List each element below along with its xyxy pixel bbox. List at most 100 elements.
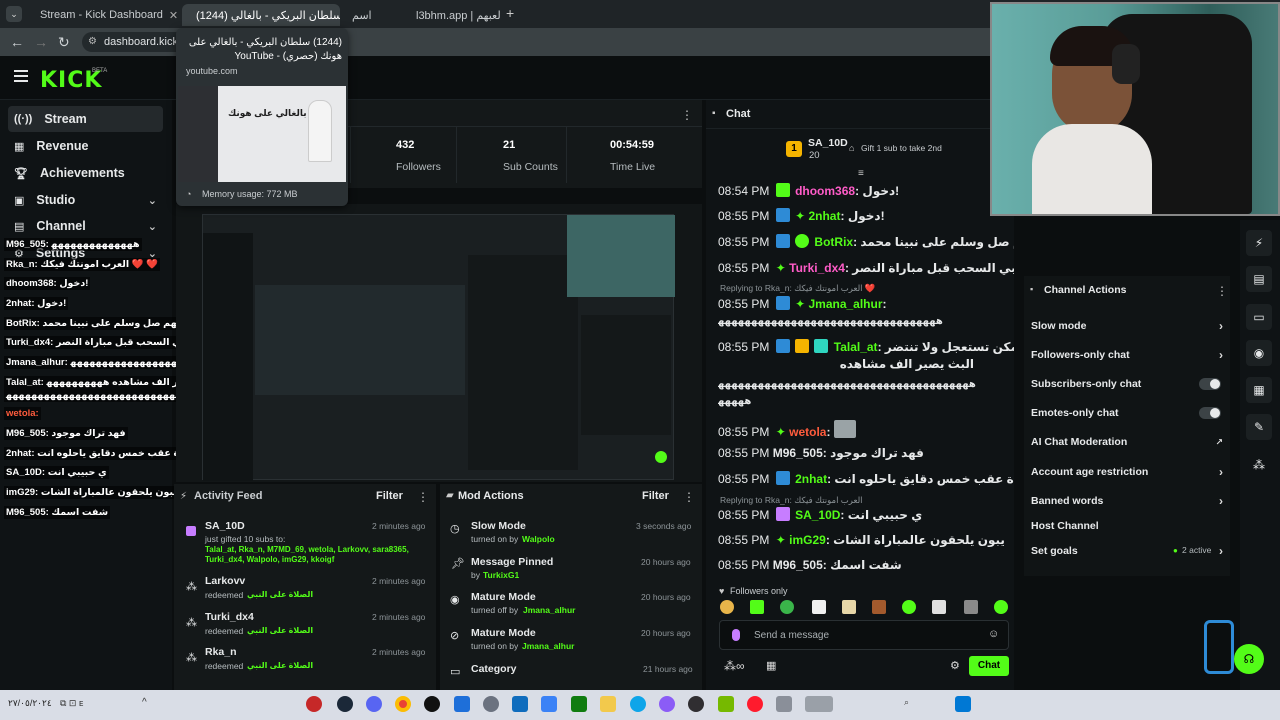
more-options-icon[interactable]: ⋮ (681, 108, 693, 122)
xbox-icon[interactable] (571, 696, 587, 712)
menu-icon[interactable] (14, 70, 28, 82)
msg-user[interactable]: SA_10D (795, 508, 840, 522)
emote-icon[interactable] (842, 600, 856, 614)
obs-icon[interactable] (688, 696, 704, 712)
explorer-icon[interactable] (600, 696, 616, 712)
msg-user[interactable]: 2nhat (795, 472, 827, 486)
notepad-icon[interactable] (776, 696, 792, 712)
opera-gx-icon[interactable] (424, 696, 440, 712)
filter-button[interactable]: Filter (642, 490, 669, 502)
msg-user[interactable]: 2nhat (808, 209, 840, 223)
sidebar-item-studio[interactable]: ▣ Studio ⌄ (8, 187, 163, 213)
steam-icon[interactable] (337, 696, 353, 712)
chat-message[interactable]: 08:55 PM 2nhat: المباراة عقب خمس دقايق ي… (718, 471, 1014, 487)
followers-only-item[interactable]: Followers-only chat › (1031, 348, 1223, 362)
site-info-icon[interactable]: ⚙ (88, 32, 97, 52)
close-tab-icon[interactable]: ✕ (169, 9, 178, 22)
chat-message[interactable]: 08:55 PM SA_10D: ي حبيبي انت (718, 507, 1014, 523)
reload-icon[interactable]: ↻ (58, 34, 70, 51)
msg-user[interactable]: Jmana_alhur (808, 297, 882, 311)
banned-words-item[interactable]: Banned words › (1031, 494, 1223, 508)
filter-button[interactable]: Filter (376, 490, 403, 502)
msg-user[interactable]: BotRix (814, 235, 853, 249)
chat-input[interactable]: Send a message ☺ (719, 620, 1009, 650)
account-age-item[interactable]: Account age restriction › (1031, 465, 1223, 479)
emote-icon[interactable] (750, 600, 764, 614)
stream-preview[interactable] (176, 204, 702, 482)
store-icon[interactable]: ▦ (766, 659, 776, 672)
sidebar-item-achievements[interactable]: 🏆︎ Achievements (8, 160, 163, 186)
photos-icon[interactable] (454, 696, 470, 712)
tab-list-button[interactable]: ⌄ (6, 6, 22, 22)
tab-youtube[interactable]: (1244) سلطان البريكي - بالغالي ✕ (182, 4, 340, 26)
gift-cta[interactable]: Gift 1 sub to take 2nd (861, 143, 942, 153)
gifter-name[interactable]: SA_10D (808, 137, 848, 149)
mic-icon[interactable] (732, 629, 740, 641)
emote-icon[interactable] (720, 600, 734, 614)
broadcast-icon[interactable]: ◉ (1246, 340, 1272, 366)
settings-app-icon[interactable] (483, 696, 499, 712)
feed-user[interactable]: SA_10D (205, 520, 245, 532)
feed-user[interactable]: Larkovv (205, 575, 245, 587)
tab-l3bhm[interactable]: l3bhm.app | لعبهم (408, 4, 500, 26)
msg-user[interactable]: M96_505 (773, 446, 823, 460)
lightning-icon[interactable]: ⚡ (1246, 230, 1272, 256)
opera-icon[interactable] (747, 696, 763, 712)
send-chat-button[interactable]: Chat (969, 656, 1009, 676)
back-icon[interactable]: ← (10, 34, 24, 50)
feed-user[interactable]: Rka_n (205, 646, 237, 658)
chat-message[interactable]: 08:55 PM ✦ 2nhat: دخول! (718, 208, 1014, 224)
search-label[interactable]: ⌕ (904, 697, 909, 708)
emote-icon[interactable] (872, 600, 886, 614)
layout-icon[interactable]: ▦ (1246, 377, 1272, 403)
chevron-up-icon[interactable]: ^ (142, 697, 147, 708)
chat-message[interactable]: 08:55 PM M96_505: فهد تراك موجود (718, 445, 1014, 461)
sidebar-item-revenue[interactable]: ▦ Revenue (8, 133, 163, 159)
msg-user[interactable]: dhoom368 (795, 184, 855, 198)
chat-message[interactable]: 08:55 PM BotRix: اللهم صل وسلم على نبينا… (718, 234, 1014, 250)
msg-user[interactable]: Talal_at (834, 340, 878, 354)
chat-settings-icon[interactable]: ⚙ (950, 659, 960, 672)
emote-icon[interactable] (812, 600, 826, 614)
collapse-icon[interactable]: ≡ (858, 168, 864, 179)
mod-action-by[interactable]: Walpolo (522, 534, 555, 544)
emote-icon[interactable] (994, 600, 1008, 614)
start-icon[interactable] (955, 696, 971, 712)
msg-user[interactable]: Turki_dx4 (789, 261, 845, 275)
msg-user[interactable]: M96_505 (773, 558, 823, 572)
mod-action-by[interactable]: Jmana_alhur (523, 605, 575, 615)
clipboard-icon[interactable]: ▤ (1246, 266, 1272, 292)
community-icon[interactable]: ⁂∞ (724, 659, 745, 673)
edge-icon[interactable] (630, 696, 646, 712)
emoji-icon[interactable]: ☺ (988, 628, 999, 640)
discord-icon[interactable] (366, 696, 382, 712)
more-options-icon[interactable]: ⋮ (417, 490, 429, 504)
tab-name[interactable]: اسم (344, 4, 404, 26)
mod-action-by[interactable]: TurkixG1 (483, 570, 519, 580)
support-chat-button[interactable]: ☊ (1234, 644, 1264, 674)
ai-moderation-item[interactable]: AI Chat Moderation ↗ (1031, 436, 1223, 448)
slow-mode-item[interactable]: Slow mode › (1031, 319, 1223, 333)
emotes-only-item[interactable]: Emotes-only chat (1031, 407, 1223, 419)
wrench-icon[interactable]: ✎ (1246, 414, 1272, 440)
set-goals-item[interactable]: Set goals ● 2 active › (1031, 544, 1223, 558)
chat-bubble-icon[interactable]: ▭ (1246, 304, 1272, 330)
new-tab-button[interactable]: + (506, 5, 514, 21)
copilot-icon[interactable] (659, 696, 675, 712)
snipping-tool-icon[interactable] (541, 696, 557, 712)
nvidia-icon[interactable] (718, 696, 734, 712)
msg-user[interactable]: wetola (789, 425, 826, 439)
emotes-only-toggle[interactable] (1199, 407, 1221, 419)
reply-context[interactable]: Replying to Rka_n: العرب امونتك فيكك ❤️ (720, 283, 876, 294)
chat-message[interactable]: 08:55 PM M96_505: شفت اسمك (718, 557, 1014, 573)
emote-icon[interactable] (902, 600, 916, 614)
outlook-icon[interactable] (512, 696, 528, 712)
chat-message[interactable]: 08:55 PM ✦ Jmana_alhur: (718, 296, 1014, 312)
community-icon[interactable]: ⁂ (1246, 452, 1272, 478)
chat-message[interactable]: 08:55 PM ✦ wetola: (718, 420, 1014, 440)
emote-icon[interactable] (780, 600, 794, 614)
mod-action-by[interactable]: Jmana_alhur (522, 641, 574, 651)
reply-context[interactable]: Replying to Rka_n: العرب امونتك فيكك (720, 495, 863, 506)
tab-kick-dashboard[interactable]: Stream - Kick Dashboard ✕ (26, 4, 178, 26)
host-channel-item[interactable]: Host Channel (1031, 520, 1223, 532)
